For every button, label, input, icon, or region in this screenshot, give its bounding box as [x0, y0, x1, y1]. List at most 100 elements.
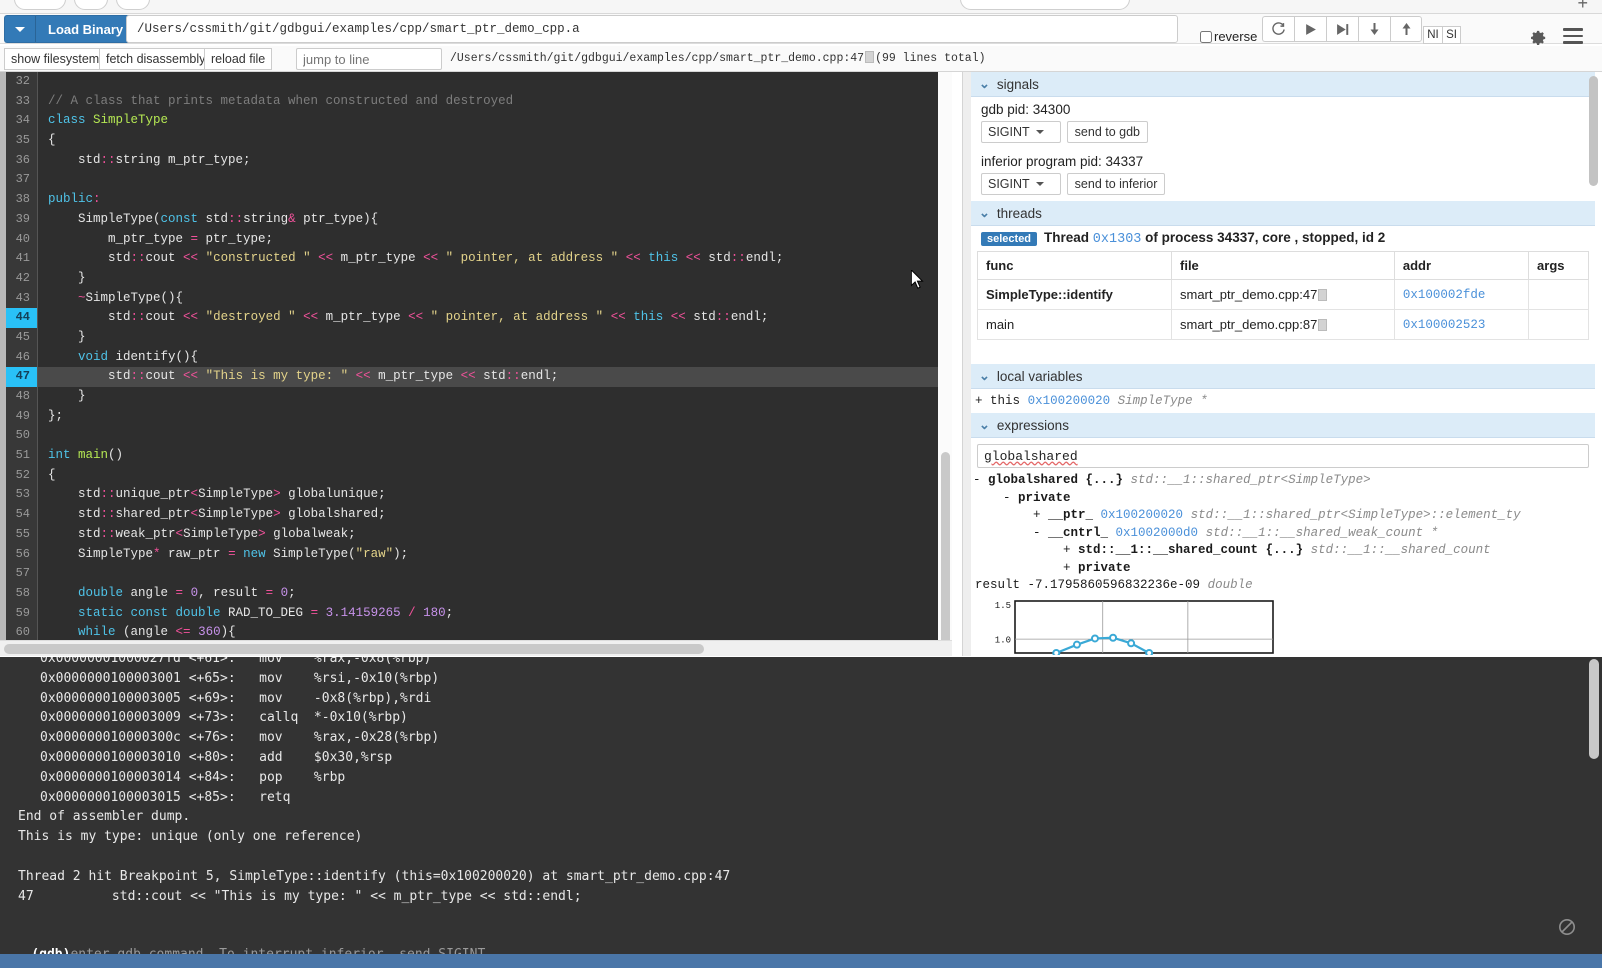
gdb-console[interactable]: 0x00000001000027fd <+61>: mov %rax,-0x8(… [0, 657, 1602, 954]
expression-tree-node[interactable]: - __cntrl_ 0x1002000d0 std::__1::__share… [973, 525, 1595, 543]
expression-tree-node[interactable]: - globalshared {...} std::__1::shared_pt… [973, 472, 1595, 490]
line-number[interactable]: 32 [6, 72, 38, 92]
expand-toggle[interactable]: - [973, 491, 1018, 505]
browser-nav-pill-3[interactable] [116, 0, 150, 10]
line-number[interactable]: 40 [6, 229, 38, 250]
source-line[interactable]: 52 { [0, 465, 952, 486]
binary-path-input[interactable] [126, 15, 1178, 43]
source-line[interactable]: 48 } [0, 387, 952, 407]
line-number[interactable]: 58 [6, 583, 38, 604]
reload-file-button[interactable]: reload file [204, 48, 273, 70]
breakpoint-line-number[interactable]: 44 [6, 308, 38, 328]
source-horizontal-scrollbar-thumb[interactable] [4, 644, 704, 654]
copy-icon[interactable] [1318, 289, 1328, 301]
line-number[interactable]: 51 [6, 446, 38, 466]
jump-to-line-input[interactable] [296, 48, 442, 70]
local-variables-section-header[interactable]: ⌄ local variables [971, 364, 1595, 389]
thread-file-cell[interactable]: smart_ptr_demo.cpp:47 [1171, 279, 1395, 310]
expression-tree-node[interactable]: + private [973, 560, 1595, 578]
right-panel-scrollbar[interactable] [1588, 72, 1600, 656]
line-number[interactable]: 36 [6, 150, 38, 171]
expand-toggle[interactable]: + [973, 508, 1048, 522]
next-instruction-button[interactable]: NI [1423, 26, 1442, 44]
source-line[interactable]: 32 [0, 72, 952, 92]
source-line[interactable]: 51 int main() [0, 446, 952, 466]
step-out-button[interactable] [1390, 16, 1422, 42]
new-tab-icon[interactable]: + [1577, 0, 1588, 12]
line-number[interactable]: 55 [6, 524, 38, 545]
copy-icon[interactable] [1318, 319, 1328, 331]
line-number[interactable]: 45 [6, 327, 38, 348]
line-number[interactable]: 39 [6, 209, 38, 230]
expression-node-pointer[interactable]: 0x100200020 [1093, 508, 1191, 522]
line-number[interactable]: 33 [6, 91, 38, 112]
line-number[interactable]: 48 [6, 387, 38, 407]
source-line[interactable]: 60 while (angle <= 360){ [0, 623, 952, 640]
line-number[interactable]: 49 [6, 406, 38, 427]
line-number[interactable]: 57 [6, 564, 38, 584]
line-number[interactable]: 54 [6, 505, 38, 525]
menu-button[interactable] [1563, 28, 1583, 48]
source-line[interactable]: 57 [0, 564, 952, 584]
line-number[interactable]: 42 [6, 268, 38, 289]
line-number[interactable]: 52 [6, 465, 38, 486]
expression-tree-node[interactable]: + __ptr_ 0x100200020 std::__1::shared_pt… [973, 507, 1595, 525]
source-line[interactable]: 59 static const double RAD_TO_DEG = 3.14… [0, 603, 952, 624]
signals-section-header[interactable]: ⌄ signals [971, 72, 1595, 97]
source-horizontal-scrollbar[interactable] [0, 640, 952, 656]
source-vertical-scrollbar[interactable] [938, 72, 952, 640]
line-number[interactable]: 38 [6, 190, 38, 210]
table-row[interactable]: SimpleType::identify smart_ptr_demo.cpp:4… [977, 279, 1589, 310]
expand-toggle[interactable]: + [975, 394, 983, 408]
step-instruction-button[interactable]: SI [1442, 26, 1461, 44]
line-number[interactable]: 60 [6, 623, 38, 640]
gdb-prompt-row[interactable]: (gdb)enter gdb command. To interrupt inf… [0, 925, 1602, 954]
source-line[interactable]: 40 m_ptr_type = ptr_type; [0, 229, 952, 250]
step-into-button[interactable] [1358, 16, 1390, 42]
expression-node-pointer[interactable]: 0x1002000d0 [1108, 526, 1206, 540]
next-button[interactable] [1326, 16, 1358, 42]
browser-nav-pill[interactable] [14, 0, 66, 10]
thread-summary[interactable]: selected Thread 0x1303 of process 34337,… [977, 226, 1589, 251]
line-number[interactable]: 43 [6, 288, 38, 309]
breakpoint-line-number[interactable]: 47 [6, 367, 38, 387]
browser-tab[interactable] [960, 0, 1130, 10]
console-scrollbar[interactable] [1588, 659, 1600, 951]
expand-toggle[interactable]: - [973, 473, 988, 487]
source-line[interactable]: 55 std::weak_ptr<SimpleType> globalweak; [0, 524, 952, 545]
source-line[interactable]: 33 // A class that prints metadata when c… [0, 91, 952, 112]
send-to-gdb-button[interactable]: send to gdb [1066, 121, 1149, 143]
thread-addr-cell[interactable]: 0x100002523 [1393, 309, 1530, 340]
thread-func-cell[interactable]: SimpleType::identify [977, 279, 1172, 310]
source-line[interactable]: 58 double angle = 0, result = 0; [0, 583, 952, 604]
source-vertical-scrollbar-thumb[interactable] [941, 452, 950, 640]
inferior-signal-select[interactable]: SIGINT [981, 173, 1061, 195]
source-line[interactable]: 36 std::string m_ptr_type; [0, 150, 952, 171]
thread-file-cell[interactable]: smart_ptr_demo.cpp:87 [1171, 309, 1395, 340]
result-plot[interactable]: 1.0 1.5 [985, 595, 1275, 656]
reverse-checkbox-wrap[interactable]: reverse [1200, 29, 1257, 44]
line-number[interactable]: 59 [6, 603, 38, 624]
line-number[interactable]: 46 [6, 347, 38, 368]
source-code-pane[interactable]: 32 33 // A class that prints metadata when… [0, 72, 952, 640]
source-line[interactable]: 35 { [0, 131, 952, 151]
source-line[interactable]: 39 SimpleType(const std::string& ptr_typ… [0, 209, 952, 230]
source-line[interactable]: 49}; [0, 406, 952, 427]
source-line[interactable]: 45 } [0, 327, 952, 348]
local-var-value[interactable]: 0x100200020 [1028, 394, 1111, 408]
source-line[interactable]: 47 std::cout << "This is my type: " << m… [0, 367, 952, 387]
source-line[interactable]: 44 std::cout << "destroyed " << m_ptr_ty… [0, 308, 952, 328]
restart-button[interactable] [1262, 16, 1294, 42]
line-number[interactable]: 56 [6, 544, 38, 565]
source-line[interactable]: 54 std::shared_ptr<SimpleType> globalsha… [0, 505, 952, 525]
threads-section-header[interactable]: ⌄ threads [971, 201, 1595, 226]
expand-toggle[interactable]: - [973, 526, 1048, 540]
line-number[interactable]: 50 [6, 426, 38, 447]
line-number[interactable]: 53 [6, 485, 38, 506]
ban-clear-icon[interactable] [1558, 918, 1576, 936]
browser-nav-pill-2[interactable] [74, 0, 108, 10]
line-number[interactable]: 35 [6, 131, 38, 151]
expression-tree-node[interactable]: + std::__1::__shared_count {...} std::__… [973, 542, 1595, 560]
chevron-down-icon[interactable] [4, 15, 36, 43]
expression-input[interactable]: globalshared [977, 444, 1589, 468]
